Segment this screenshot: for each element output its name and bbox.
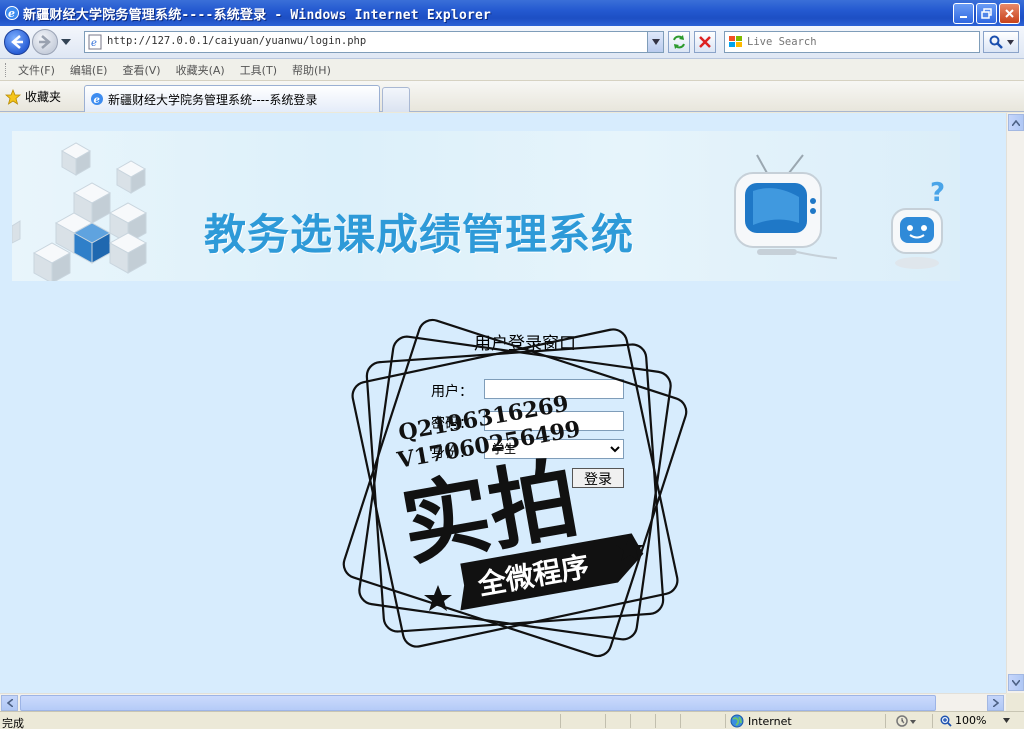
banner-heading: 教务选课成绩管理系统 [204, 210, 635, 259]
zoom-icon [940, 715, 952, 727]
watermark-main: 实拍 [394, 446, 585, 578]
page-icon: e [88, 34, 102, 50]
zone-label: Internet [748, 714, 792, 728]
menu-tools[interactable]: 工具(T) [240, 62, 277, 78]
history-dropdown-icon[interactable] [61, 39, 71, 45]
favorites-button[interactable]: 收藏夹 [5, 88, 61, 105]
password-label: 密码： [431, 416, 473, 432]
protected-mode-icon[interactable] [895, 714, 917, 728]
status-divider [560, 714, 561, 728]
username-input[interactable] [484, 379, 624, 399]
menu-favorites[interactable]: 收藏夹(A) [176, 62, 225, 78]
chevron-up-icon [1012, 119, 1020, 126]
tab-login[interactable]: e 新疆财经大学院务管理系统----系统登录 [84, 85, 380, 112]
search-input[interactable] [747, 34, 975, 50]
restore-icon [981, 8, 992, 19]
stop-button[interactable] [694, 31, 716, 53]
magnifier-icon [989, 35, 1003, 49]
robot-illustration: ? [891, 178, 945, 269]
refresh-icon [673, 35, 685, 49]
address-bar[interactable]: e http://127.0.0.1/caiyuan/yuanwu/login.… [84, 31, 664, 53]
tab-title: 新疆财经大学院务管理系统----系统登录 [108, 92, 318, 107]
minimize-button[interactable] [953, 3, 974, 24]
url-text[interactable]: http://127.0.0.1/caiyuan/yuanwu/login.ph… [107, 35, 366, 47]
refresh-button[interactable] [668, 31, 690, 53]
status-divider [655, 714, 656, 728]
menu-file[interactable]: 文件(F) [18, 62, 55, 78]
search-button[interactable] [983, 31, 1019, 53]
username-label: 用户： [431, 384, 473, 400]
zoom-control[interactable]: 100% [940, 714, 1011, 727]
chevron-down-icon [1003, 718, 1011, 723]
status-divider [680, 714, 681, 728]
chevron-down-icon [651, 39, 660, 45]
menu-bar: 文件(F) 编辑(E) 查看(V) 收藏夹(A) 工具(T) 帮助(H) [0, 59, 1024, 81]
minimize-icon [959, 15, 967, 18]
watermark-sub: 全微程序 [474, 550, 591, 602]
stop-icon [699, 36, 711, 48]
password-input[interactable] [484, 411, 624, 431]
favorites-label: 收藏夹 [25, 90, 62, 104]
login-button[interactable]: 登录 [572, 468, 624, 488]
ie-icon: e [5, 6, 19, 20]
close-button[interactable] [999, 3, 1020, 24]
chevron-right-icon [992, 699, 999, 707]
close-icon [1005, 9, 1014, 18]
address-toolbar: e http://127.0.0.1/caiyuan/yuanwu/login.… [0, 26, 1024, 59]
menu-edit[interactable]: 编辑(E) [70, 62, 108, 78]
status-divider [605, 714, 606, 728]
status-divider [630, 714, 631, 728]
vertical-scrollbar[interactable] [1006, 113, 1024, 693]
cubes-illustration [12, 142, 148, 281]
watermark-stamp: Q2196316269 V17060256499 实拍 全微程序 [342, 318, 688, 658]
ie-page-icon: e [91, 93, 103, 106]
scroll-corner [1006, 693, 1024, 711]
status-divider [885, 714, 886, 728]
chevron-down-icon [1006, 39, 1014, 45]
status-divider [725, 714, 726, 728]
restore-button[interactable] [976, 3, 997, 24]
scroll-thumb[interactable] [20, 695, 936, 711]
page-viewport: 教务选课成绩管理系统 ? 用户登录窗口 用户： 密码： 身份： 学生 登录 Q2… [0, 113, 1006, 693]
menu-help[interactable]: 帮助(H) [292, 62, 331, 78]
windows-logo-icon [729, 36, 742, 47]
scroll-down-button[interactable] [1008, 674, 1024, 691]
chevron-left-icon [6, 699, 13, 707]
svg-text:?: ? [930, 178, 945, 208]
security-zone[interactable]: Internet [730, 714, 792, 728]
scroll-up-button[interactable] [1008, 114, 1024, 131]
tv-illustration [734, 154, 837, 260]
star-icon [5, 88, 21, 105]
role-label: 身份： [431, 445, 473, 461]
tab-bar: 收藏夹 e 新疆财经大学院务管理系统----系统登录 [0, 81, 1024, 112]
role-select[interactable]: 学生 [484, 439, 624, 459]
forward-arrow-icon [39, 35, 51, 49]
window-title: 新疆财经大学院务管理系统----系统登录 - Windows Internet … [23, 7, 492, 23]
globe-icon [730, 714, 744, 728]
menu-view[interactable]: 查看(V) [122, 62, 160, 78]
search-box[interactable] [724, 31, 980, 53]
header-banner: 教务选课成绩管理系统 ? [12, 131, 960, 281]
status-text: 完成 [2, 717, 24, 729]
svg-text:e: e [91, 38, 97, 49]
scroll-right-button[interactable] [987, 695, 1004, 711]
chevron-down-icon [1012, 679, 1020, 686]
new-tab-button[interactable] [382, 87, 410, 112]
zoom-level: 100% [955, 714, 987, 727]
back-arrow-icon [11, 35, 23, 49]
svg-text:e: e [94, 95, 100, 106]
back-button[interactable] [4, 29, 30, 55]
status-divider [932, 714, 933, 728]
status-bar: 完成 Internet 100% [0, 711, 1024, 729]
address-dropdown-button[interactable] [647, 32, 663, 52]
title-bar: e 新疆财经大学院务管理系统----系统登录 - Windows Interne… [0, 0, 1024, 26]
horizontal-scrollbar[interactable] [0, 693, 1006, 711]
forward-button[interactable] [32, 29, 58, 55]
login-form-title: 用户登录窗口 [474, 334, 576, 354]
svg-text:e: e [8, 7, 15, 20]
scroll-left-button[interactable] [1, 695, 18, 711]
toolbar-grip [5, 62, 8, 77]
